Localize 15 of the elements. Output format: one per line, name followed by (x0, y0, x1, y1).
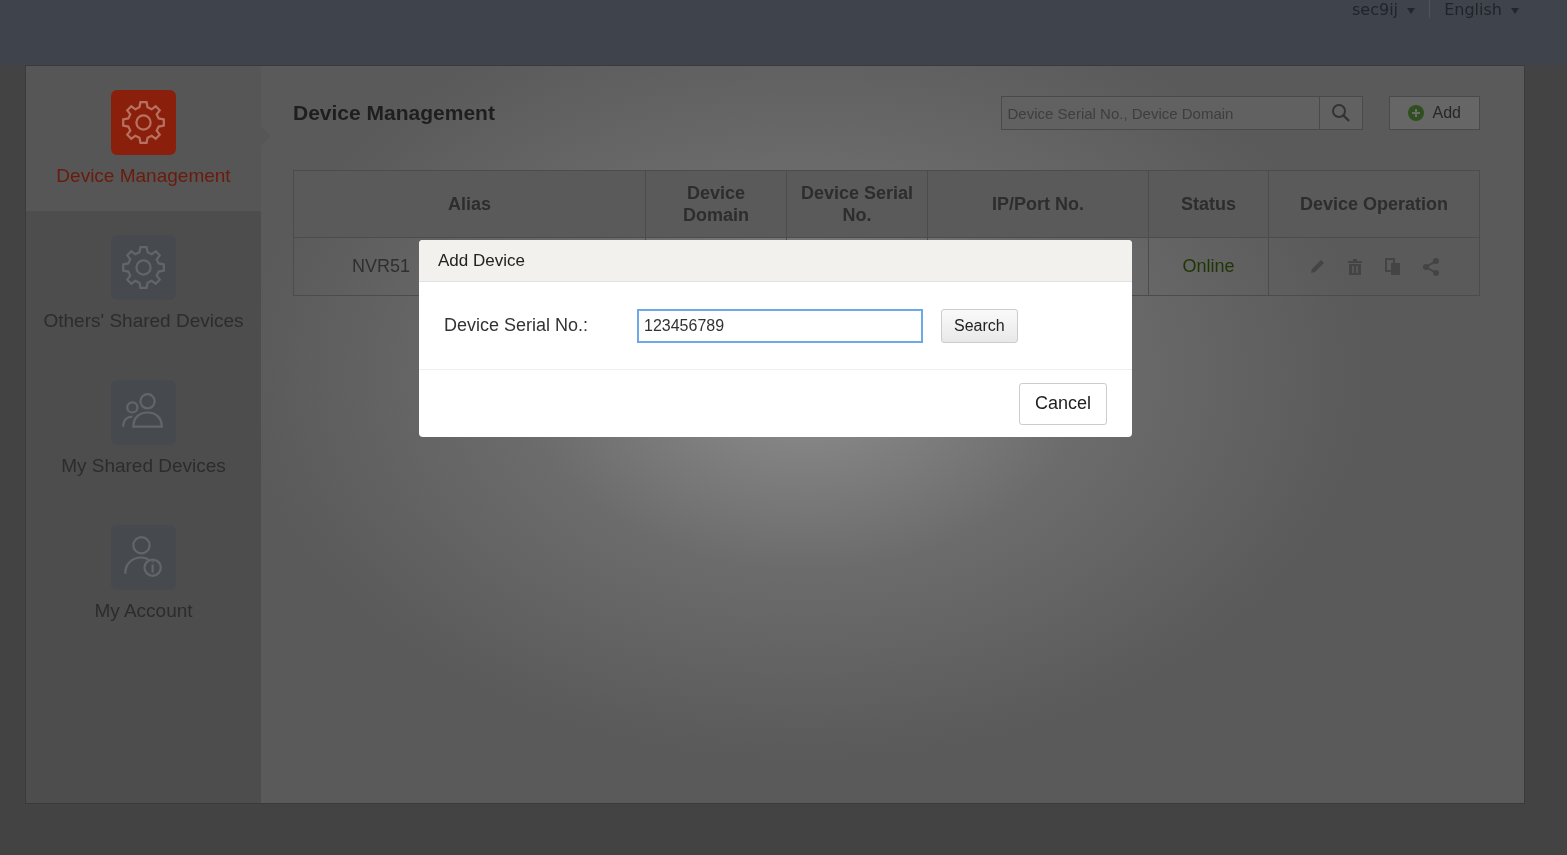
search-button[interactable]: Search (941, 308, 1018, 343)
status-cell: Online (1148, 237, 1269, 296)
gear-icon (111, 235, 176, 300)
caret-icon (1407, 7, 1416, 14)
field-label: Device Serial No.: (444, 315, 590, 336)
dialog-title: Add Device (438, 250, 525, 271)
add-icon (1407, 105, 1424, 121)
serial-number-input[interactable]: 123456789 (637, 308, 923, 343)
caret-icon (1511, 7, 1519, 14)
user-info-icon (111, 525, 176, 590)
add-button[interactable]: Add (1388, 96, 1480, 130)
gear-icon (111, 90, 176, 155)
page-title: Device Management (293, 101, 496, 125)
cancel-button[interactable]: Cancel (1018, 382, 1107, 425)
users-icon (111, 380, 176, 445)
